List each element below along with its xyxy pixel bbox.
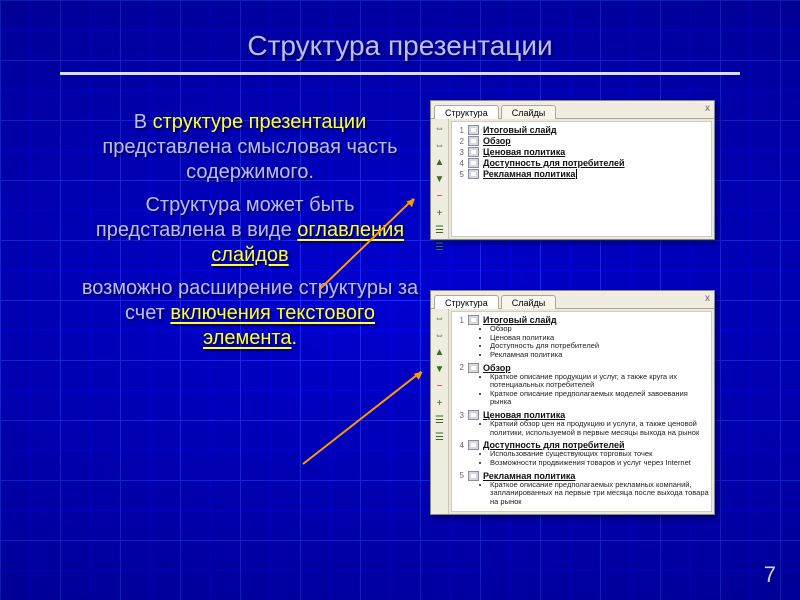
slide-icon [468,410,479,420]
outline-toolbar: ⇔ ⇔ ▲ ▼ − + ☰ ☰ [431,309,449,514]
tab-slides[interactable]: Слайды [501,295,557,309]
outline-toolbar: ⇔ ⇔ ▲ ▼ − + ☰ ☰ [431,119,449,239]
outline-bullets: Краткое описание продукции и услуг, а та… [482,373,709,408]
outline-index: 1 [456,126,464,135]
demote-icon[interactable]: ⇔ [433,329,447,343]
p1-highlight: структуре презентации [153,111,367,133]
outline-index: 4 [456,441,464,450]
promote-icon[interactable]: ⇔ [433,122,447,136]
outline-index: 1 [456,316,464,325]
slide-icon [468,169,479,179]
slide-icon [468,147,479,157]
slide-icon [468,136,479,146]
outline-bullet: Краткое описание предполагаемых рекламны… [490,481,709,507]
expand-icon[interactable]: + [433,207,447,221]
collapse-icon[interactable]: − [433,190,447,204]
outline-bullet: Краткое описание предполагаемых моделей … [490,390,709,407]
paragraph-2: Структура может быть представлена в виде… [80,193,420,268]
outline-bullet: Краткое описание продукции и услуг, а та… [490,373,709,390]
outline-index: 2 [456,137,464,146]
outline-title: Обзор [483,136,511,146]
collapse-icon[interactable]: − [433,380,447,394]
outline-index: 3 [456,148,464,157]
expand-all-icon[interactable]: ☰ [433,241,447,255]
outline-title: Обзор [483,363,511,373]
outline-bullets: Краткий обзор цен на продукцию и услуги,… [482,420,709,437]
outline-title: Рекламная политика [483,471,575,481]
outline-panel-collapsed: Структура Слайды x ⇔ ⇔ ▲ ▼ − + ☰ ☰ 1 Итог… [430,100,715,240]
outline-index: 5 [456,471,464,480]
outline-content[interactable]: 1Итоговый слайдОбзорЦеновая политикаДост… [451,311,712,512]
outline-index: 4 [456,159,464,168]
p1-post: представлена смысловая часть содержимого… [102,136,397,183]
outline-title: Доступность для потребителей [483,158,625,168]
paragraph-3: возможно расширение структуры за счет вк… [80,276,420,351]
outline-bullet: Рекламная политика [490,351,709,360]
collapse-all-icon[interactable]: ☰ [433,414,447,428]
outline-item[interactable]: 5 Рекламная политика [454,470,709,481]
tab-structure[interactable]: Структура [434,295,499,309]
slide-icon [468,363,479,373]
outline-index: 2 [456,363,464,372]
slide-icon [468,440,479,450]
move-up-icon[interactable]: ▲ [433,156,447,170]
outline-item[interactable]: 2 Обзор [454,362,709,373]
p1-pre: В [134,111,153,133]
close-icon[interactable]: x [705,103,710,114]
outline-content[interactable]: 1 Итоговый слайд 2 Обзор 3 Ценовая политика 4 Д… [451,121,712,237]
p3-post: . [291,327,297,349]
move-down-icon[interactable]: ▼ [433,363,447,377]
move-up-icon[interactable]: ▲ [433,346,447,360]
move-down-icon[interactable]: ▼ [433,173,447,187]
outline-item[interactable]: 3 Ценовая политика [454,146,709,157]
expand-icon[interactable]: + [433,397,447,411]
outline-title: Итоговый слайд [483,125,557,135]
page-number: 7 [764,562,776,588]
outline-index: 5 [456,170,464,179]
outline-item[interactable]: 2 Обзор [454,135,709,146]
slide-icon [468,471,479,481]
outline-bullets: ОбзорЦеновая политикаДоступность для пот… [482,325,709,360]
collapse-all-icon[interactable]: ☰ [433,224,447,238]
tab-slides[interactable]: Слайды [501,105,557,119]
slide-title: Структура презентации [0,30,800,62]
demote-icon[interactable]: ⇔ [433,139,447,153]
title-divider [60,72,740,75]
outline-title: Рекламная политика [483,169,577,179]
outline-bullets: Использование существующих торговых точе… [482,450,709,467]
paragraph-1: В структуре презентации представлена смы… [80,110,420,185]
outline-item[interactable]: 1 Итоговый слайд [454,124,709,135]
outline-bullets: Краткое описание предполагаемых рекламны… [482,481,709,507]
tab-row: Структура Слайды x [431,291,714,309]
expand-all-icon[interactable]: ☰ [433,431,447,445]
outline-panel-expanded: Структура Слайды x ⇔ ⇔ ▲ ▼ − + ☰ ☰ 1Итог… [430,290,715,515]
p3-highlight: включения текстового элемента [170,302,375,349]
slide-icon [468,125,479,135]
promote-icon[interactable]: ⇔ [433,312,447,326]
tab-structure[interactable]: Структура [434,105,499,119]
tab-row: Структура Слайды x [431,101,714,119]
outline-title: Ценовая политика [483,147,565,157]
slide-icon [468,315,479,325]
outline-index: 3 [456,411,464,420]
body-text: В структуре презентации представлена смы… [80,110,420,359]
slide-icon [468,158,479,168]
outline-bullet: Возможности продвижения товаров и услуг … [490,459,709,468]
outline-item[interactable]: 4 Доступность для потребителей [454,157,709,168]
outline-item[interactable]: 5 Рекламная политика [454,168,709,179]
outline-bullet: Краткий обзор цен на продукцию и услуги,… [490,420,709,437]
close-icon[interactable]: x [705,293,710,304]
